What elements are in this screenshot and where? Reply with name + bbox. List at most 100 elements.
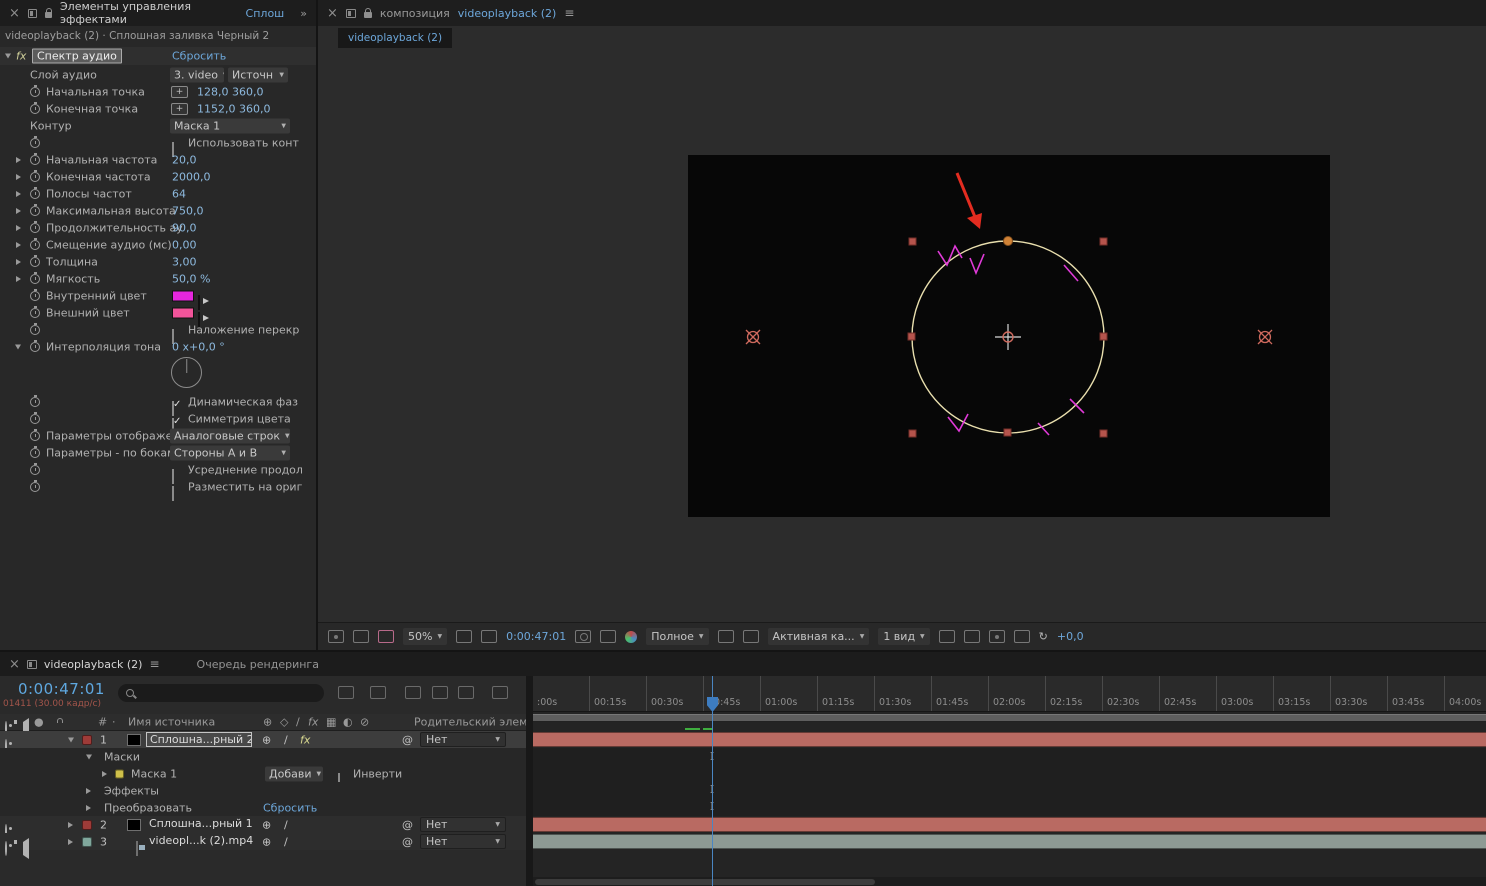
panel-menu-icon[interactable]: ≡: [564, 6, 574, 20]
layer-3-duration-bar[interactable]: [533, 834, 1486, 849]
path-dropdown[interactable]: Маска 1 ▼: [170, 118, 290, 133]
expander-icon[interactable]: [86, 787, 91, 794]
layer-name[interactable]: Сплошна...рный 1: [146, 817, 256, 832]
audio-icon[interactable]: [23, 837, 29, 859]
stereo-3d-icon[interactable]: [378, 630, 394, 643]
property-value[interactable]: 0,00: [172, 238, 197, 251]
timeline-horizontal-scrollbar[interactable]: [533, 877, 1486, 886]
grid-guides-icon[interactable]: [456, 630, 473, 643]
mask-mode-dropdown[interactable]: Добави ▼: [265, 766, 323, 781]
reset-transform-link[interactable]: Сбросить: [263, 801, 317, 814]
expander-icon[interactable]: [16, 241, 21, 248]
viewer-timecode[interactable]: 0:00:47:01: [506, 630, 566, 643]
layer-row-3[interactable]: 3 videopl...k (2).mp4 ⊕ / @ Нет ▼: [0, 833, 526, 859]
composition-frame[interactable]: [688, 155, 1330, 517]
composition-viewer-tab[interactable]: videoplayback (2): [338, 28, 453, 48]
expander-icon[interactable]: [16, 224, 21, 231]
stopwatch-icon[interactable]: [30, 339, 40, 352]
stopwatch-icon[interactable]: [30, 169, 40, 182]
region-of-interest-icon[interactable]: [717, 630, 734, 643]
view-layout-dropdown[interactable]: 1 вид ▼: [878, 628, 930, 645]
inner-color-swatch[interactable]: [172, 290, 194, 301]
stopwatch-icon[interactable]: [30, 322, 40, 335]
property-value[interactable]: 20,0: [172, 153, 197, 166]
always-preview-icon[interactable]: [328, 630, 344, 643]
expander-icon[interactable]: [16, 275, 21, 282]
expander-icon[interactable]: [16, 156, 21, 163]
anchor-switch-icon[interactable]: ⊕: [262, 733, 271, 746]
group-label[interactable]: Преобразовать: [104, 801, 192, 814]
stopwatch-icon[interactable]: [30, 203, 40, 216]
property-value[interactable]: 2000,0: [172, 170, 211, 183]
stopwatch-icon[interactable]: [30, 394, 40, 407]
show-snapshot-icon[interactable]: [600, 630, 617, 643]
property-value[interactable]: 750,0: [172, 204, 204, 217]
property-value[interactable]: 128,0 360,0: [197, 85, 263, 98]
stopwatch-icon[interactable]: [30, 186, 40, 199]
anchor-switch-icon[interactable]: ⊕: [262, 818, 271, 831]
stopwatch-icon[interactable]: [30, 305, 40, 318]
draft-3d-icon[interactable]: [370, 686, 386, 699]
time-ruler[interactable]: :00s 00:15s 00:30s 00:45s 01:00s 01:15s …: [533, 676, 1486, 712]
close-icon[interactable]: ×: [327, 6, 338, 21]
expander-icon[interactable]: [16, 190, 21, 197]
expander-icon[interactable]: [86, 804, 91, 811]
channels-icon[interactable]: [625, 630, 638, 643]
property-value[interactable]: 64: [172, 187, 186, 200]
mask-1-row[interactable]: Маска 1 Добави ▼ Инверти: [0, 765, 526, 788]
stopwatch-icon[interactable]: [30, 411, 40, 424]
layer-1-duration-bar[interactable]: [533, 732, 1486, 747]
expander-icon[interactable]: [16, 207, 21, 214]
expander-icon[interactable]: [102, 770, 107, 777]
stopwatch-icon[interactable]: [30, 237, 40, 250]
rotation-dial[interactable]: [171, 357, 202, 388]
panel-menu-icon[interactable]: ≡: [149, 657, 159, 671]
resolution-dropdown[interactable]: Полное ▼: [646, 628, 709, 645]
graph-editor-icon[interactable]: [492, 686, 508, 699]
timeline-button-icon[interactable]: [1013, 630, 1030, 643]
stopwatch-icon[interactable]: [30, 445, 40, 458]
expander-icon[interactable]: [86, 754, 92, 759]
magnification-dropdown[interactable]: 50% ▼: [403, 628, 448, 645]
stopwatch-icon[interactable]: [30, 462, 40, 475]
mask-name[interactable]: Маска 1: [131, 767, 177, 780]
current-timecode[interactable]: 0:00:47:01: [18, 680, 105, 698]
lock-icon[interactable]: [363, 8, 372, 18]
stopwatch-icon[interactable]: [30, 135, 40, 148]
property-value[interactable]: 90,0: [172, 221, 197, 234]
parent-column[interactable]: Родительский элемент ...: [414, 716, 526, 729]
stopwatch-icon[interactable]: [30, 428, 40, 441]
parent-dropdown[interactable]: Нет ▼: [420, 817, 506, 832]
fast-previews-icon[interactable]: [988, 630, 1005, 643]
effects-group-row[interactable]: Эффекты: [0, 782, 526, 799]
point-crosshair-button[interactable]: +: [171, 102, 188, 115]
stopwatch-icon[interactable]: [30, 479, 40, 492]
parent-dropdown[interactable]: Нет ▼: [420, 834, 506, 849]
expander-icon[interactable]: [68, 838, 73, 845]
display-options-dropdown[interactable]: Аналоговые строк ▼: [170, 428, 290, 443]
effect-name[interactable]: Спектр аудио: [32, 48, 122, 64]
timeline-search[interactable]: [118, 684, 324, 702]
comp-flowchart-icon[interactable]: [338, 686, 354, 699]
stopwatch-icon[interactable]: [30, 271, 40, 284]
frame-blending-icon[interactable]: [432, 686, 448, 699]
timeline-track-area[interactable]: :00s 00:15s 00:30s 00:45s 01:00s 01:15s …: [533, 676, 1486, 886]
parent-dropdown[interactable]: Нет ▼: [420, 732, 506, 747]
stopwatch-icon[interactable]: [30, 254, 40, 267]
pixel-aspect-correction-icon[interactable]: [963, 630, 980, 643]
mask-visibility-icon[interactable]: [481, 630, 498, 643]
expander-icon[interactable]: [16, 173, 21, 180]
main-viewer-icon[interactable]: [353, 630, 369, 643]
close-icon[interactable]: ×: [9, 6, 20, 21]
expander-icon[interactable]: [68, 821, 73, 828]
tab-render-queue[interactable]: Очередь рендеринга: [197, 658, 319, 671]
stopwatch-icon[interactable]: [30, 84, 40, 97]
tab-composition-name[interactable]: videoplayback (2): [458, 7, 557, 20]
quality-switch-icon[interactable]: /: [284, 733, 288, 746]
anchor-switch-icon[interactable]: ⊕: [262, 835, 271, 848]
layer-2-duration-bar[interactable]: [533, 817, 1486, 832]
motion-blur-icon[interactable]: [458, 686, 474, 699]
work-area-bar[interactable]: [533, 714, 1486, 722]
expander-icon[interactable]: [68, 737, 74, 742]
masks-group-row[interactable]: Маски: [0, 748, 526, 765]
